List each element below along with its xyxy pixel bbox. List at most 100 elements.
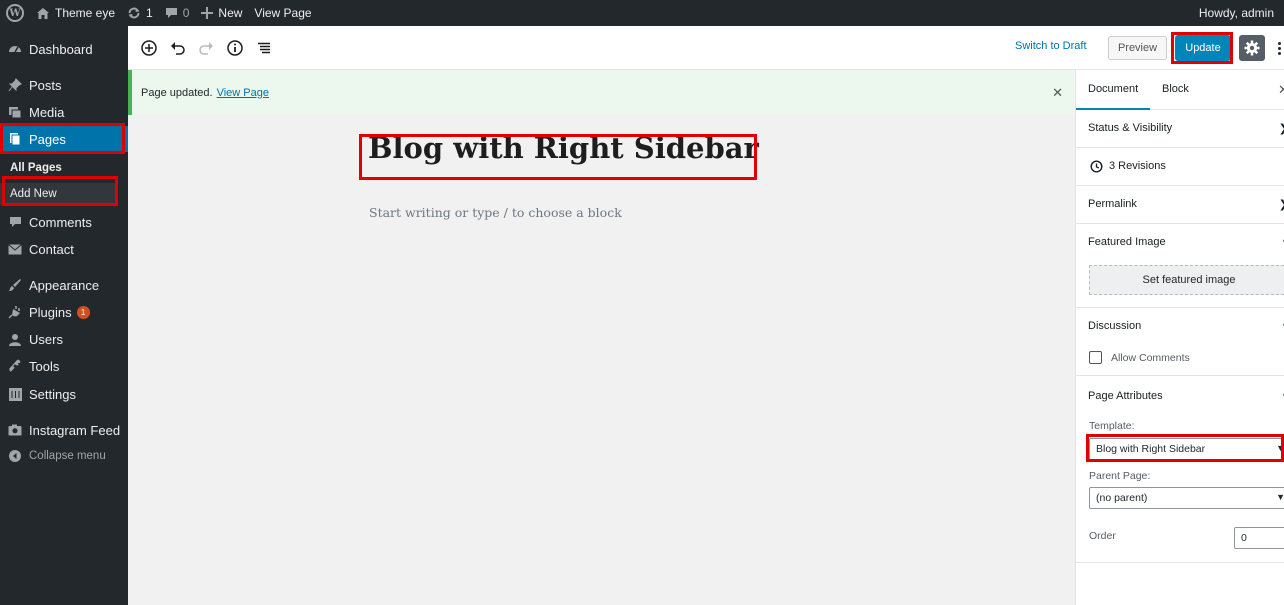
menu-label-media: Media — [29, 104, 65, 120]
template-select[interactable]: Blog with Right Sidebar ▼ — [1089, 438, 1284, 460]
panel-title-discussion[interactable]: Discussion — [1088, 320, 1141, 332]
tab-block[interactable]: Block — [1162, 83, 1189, 95]
menu-item-contact[interactable]: Contact — [0, 236, 128, 262]
user-icon — [8, 332, 22, 346]
menu-item-users[interactable]: Users — [0, 326, 128, 352]
notice-text: Page updated. — [141, 86, 213, 99]
site-name-link[interactable]: Theme eye — [30, 0, 121, 26]
close-icon[interactable]: ✕ — [1052, 85, 1063, 101]
settings-gear-button[interactable] — [1239, 35, 1265, 61]
panel-title-permalink: Permalink — [1088, 198, 1137, 210]
redo-icon[interactable] — [197, 39, 215, 57]
panel-title-page-attributes[interactable]: Page Attributes — [1088, 390, 1163, 402]
add-block-icon[interactable] — [140, 39, 158, 57]
update-button[interactable]: Update — [1175, 35, 1231, 61]
panel-title-featured-image[interactable]: Featured Image — [1088, 236, 1166, 248]
menu-label-collapse: Collapse menu — [29, 450, 106, 462]
menu-label-settings: Settings — [29, 386, 76, 402]
menu-label-appearance: Appearance — [29, 277, 100, 293]
pin-icon — [8, 78, 22, 92]
panel-discussion: Discussion ^ — [1076, 308, 1284, 376]
refresh-icon — [128, 7, 140, 19]
order-input[interactable]: 0 — [1234, 527, 1284, 549]
panel-permalink[interactable]: Permalink ❯ — [1076, 186, 1284, 224]
sidebar-tabs: Document Block ✕ — [1075, 70, 1284, 110]
panel-status-visibility[interactable]: Status & Visibility ❯ — [1076, 110, 1284, 148]
template-label: Template: — [1089, 420, 1135, 432]
menu-item-pages[interactable]: Pages — [0, 126, 128, 152]
menu-item-comments[interactable]: Comments — [0, 209, 128, 235]
block-appender-placeholder[interactable]: Start writing or type / to choose a bloc… — [369, 205, 622, 220]
wrench-icon — [8, 359, 22, 373]
menu-item-plugins[interactable]: Plugins 1 — [0, 299, 128, 325]
info-icon[interactable] — [226, 39, 244, 57]
site-name: Theme eye — [55, 6, 116, 20]
more-dot — [1277, 46, 1281, 50]
new-label: New — [218, 6, 243, 20]
chevron-down-icon: ❯ — [1279, 122, 1284, 135]
submenu-add-new[interactable]: Add New — [0, 183, 116, 205]
menu-label-pages: Pages — [29, 131, 66, 147]
paintbrush-icon — [8, 278, 22, 292]
menu-item-appearance[interactable]: Appearance — [0, 272, 128, 298]
dropdown-arrow-icon: ▼ — [1276, 443, 1284, 453]
wordpress-logo[interactable]: W — [0, 0, 30, 26]
admin-bar: W Theme eye 1 0 New View Page Howdy, adm… — [0, 0, 1284, 26]
camera-icon — [8, 423, 22, 437]
panel-revisions[interactable]: 3 Revisions — [1076, 148, 1284, 186]
revisions-label: 3 Revisions — [1109, 160, 1166, 172]
admin-menu: Dashboard Posts Media Pages All Pages Ad… — [0, 26, 128, 605]
parent-page-select[interactable]: (no parent) ▼ — [1089, 487, 1284, 509]
collapse-arrow-icon — [8, 449, 22, 463]
notice-view-page-link[interactable]: View Page — [217, 87, 269, 99]
more-dot — [1277, 51, 1281, 55]
panel-title-status: Status & Visibility — [1088, 122, 1173, 134]
dashboard-icon — [8, 42, 22, 56]
menu-label-users: Users — [29, 331, 63, 347]
close-sidebar-icon[interactable]: ✕ — [1278, 82, 1284, 98]
wordpress-icon: W — [6, 4, 24, 22]
new-content-link[interactable]: New — [195, 0, 248, 26]
submenu-all-pages[interactable]: All Pages — [10, 162, 62, 174]
parent-page-select-value: (no parent) — [1096, 492, 1148, 504]
menu-label-tools: Tools — [29, 358, 60, 374]
menu-label-plugins: Plugins — [29, 304, 72, 320]
allow-comments-checkbox[interactable] — [1089, 351, 1102, 364]
post-title[interactable]: Blog with Right Sidebar — [368, 131, 759, 165]
comments-link[interactable]: 0 — [159, 0, 196, 26]
settings-sidebar: Document Block ✕ Status & Visibility ❯ 3… — [1075, 70, 1284, 605]
tab-document[interactable]: Document — [1075, 83, 1151, 110]
menu-item-tools[interactable]: Tools — [0, 353, 128, 379]
set-featured-image-button[interactable]: Set featured image — [1089, 265, 1284, 295]
media-icon — [8, 105, 22, 119]
plus-icon — [201, 7, 214, 19]
menu-item-posts[interactable]: Posts — [0, 72, 128, 98]
chevron-down-icon: ❯ — [1279, 198, 1284, 211]
menu-item-media[interactable]: Media — [0, 99, 128, 125]
switch-to-draft-link[interactable]: Switch to Draft — [1015, 40, 1087, 52]
more-options-button[interactable] — [1274, 36, 1284, 60]
plug-icon — [8, 305, 22, 319]
updates-count: 1 — [146, 6, 153, 20]
history-icon — [1090, 160, 1103, 173]
more-dot — [1277, 41, 1281, 45]
updates-link[interactable]: 1 — [121, 0, 159, 26]
collapse-menu-button[interactable]: Collapse menu — [0, 443, 128, 469]
update-notice: Page updated. View Page ✕ — [128, 70, 1075, 115]
allow-comments-label: Allow Comments — [1111, 352, 1190, 364]
editor-canvas: Blog with Right Sidebar Start writing or… — [128, 115, 1075, 605]
envelope-icon — [8, 242, 22, 256]
outline-list-icon[interactable] — [255, 39, 273, 57]
view-page-link[interactable]: View Page — [248, 0, 317, 26]
editor-header: Switch to Draft Preview Update — [128, 26, 1284, 70]
menu-item-settings[interactable]: Settings — [0, 381, 128, 407]
comments-count: 0 — [182, 6, 190, 20]
preview-button[interactable]: Preview — [1108, 36, 1167, 60]
menu-item-dashboard[interactable]: Dashboard — [0, 36, 128, 62]
comment-icon — [8, 215, 22, 229]
my-account-link[interactable]: Howdy, admin — [1193, 0, 1284, 26]
dropdown-arrow-icon: ▼ — [1276, 492, 1284, 502]
undo-icon[interactable] — [169, 39, 187, 57]
menu-item-instagram-feed[interactable]: Instagram Feed — [0, 417, 128, 443]
template-select-value: Blog with Right Sidebar — [1096, 443, 1206, 455]
